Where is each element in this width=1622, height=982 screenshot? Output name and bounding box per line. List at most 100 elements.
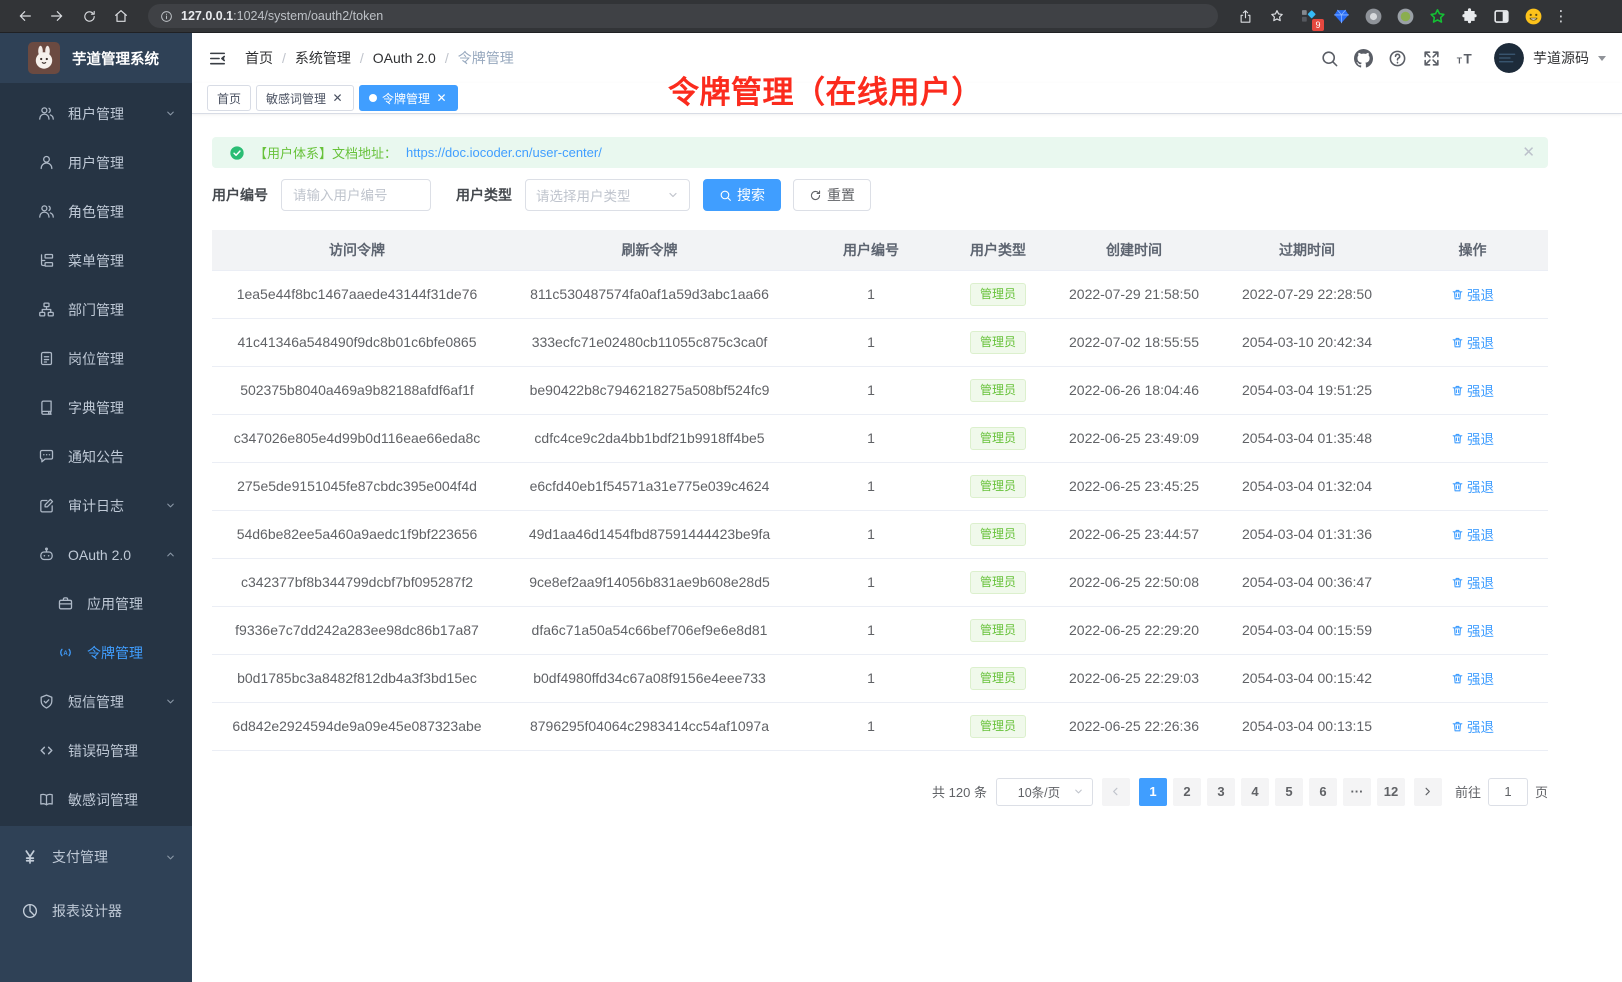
page-number-4[interactable]: 4 <box>1241 778 1269 806</box>
browser-home-button[interactable] <box>108 3 134 29</box>
browser-forward-button[interactable] <box>44 3 70 29</box>
reset-button[interactable]: 重置 <box>793 179 871 211</box>
app-title: 芋道管理系统 <box>72 48 159 69</box>
font-size-icon[interactable]: TT <box>1456 49 1475 68</box>
browser-menu-button[interactable]: ⋮ <box>1552 7 1570 25</box>
github-icon[interactable] <box>1354 49 1373 68</box>
sidebar-item-dept[interactable]: 部门管理 <box>0 285 192 334</box>
sidebar-item-post[interactable]: 岗位管理 <box>0 334 192 383</box>
breadcrumb-separator: / <box>445 50 449 66</box>
alert-close-icon[interactable]: ✕ <box>1522 145 1535 160</box>
next-page-button[interactable] <box>1414 778 1442 806</box>
page-number-5[interactable]: 5 <box>1275 778 1303 806</box>
cell-access-token: 6d842e2924594de9a09e45e087323abe <box>212 702 502 750</box>
page-size-select[interactable]: 10条/页 <box>996 778 1093 806</box>
address-bar[interactable]: 127.0.0.1:1024/system/oauth2/token <box>148 4 1218 28</box>
breadcrumb-item[interactable]: OAuth 2.0 <box>373 50 436 66</box>
browser-sidepanel-button[interactable] <box>1488 3 1514 29</box>
tab-token[interactable]: 令牌管理✕ <box>359 85 458 111</box>
search-icon <box>719 189 732 202</box>
search-button[interactable]: 搜索 <box>703 179 781 211</box>
force-logout-button[interactable]: 强退 <box>1451 428 1494 448</box>
browser-reload-button[interactable] <box>76 3 102 29</box>
doc-link[interactable]: https://doc.iocoder.cn/user-center/ <box>406 145 602 160</box>
force-logout-button[interactable]: 强退 <box>1451 572 1494 592</box>
tab-home[interactable]: 首页 <box>207 85 251 111</box>
sidebar-item-label: 部门管理 <box>68 300 176 320</box>
page-number-2[interactable]: 2 <box>1173 778 1201 806</box>
table-row: b0d1785bc3a8482f812db4a3f3bd15ecb0df4980… <box>212 654 1548 702</box>
cell-access-token: 502375b8040a469a9b82188afdf6af1f <box>212 366 502 414</box>
extension-tampermonkey[interactable]: 9 <box>1296 3 1322 29</box>
page-number-12[interactable]: 12 <box>1377 778 1405 806</box>
sidebar-item-pay[interactable]: 支付管理 <box>0 830 192 884</box>
robot-icon <box>38 546 55 563</box>
sidebar-item-role[interactable]: 角色管理 <box>0 187 192 236</box>
sidebar-item-dict[interactable]: 字典管理 <box>0 383 192 432</box>
force-logout-button[interactable]: 强退 <box>1451 332 1494 352</box>
tab-close-icon[interactable]: ✕ <box>435 92 448 105</box>
browser-share-button[interactable] <box>1232 3 1258 29</box>
sidebar-item-sms[interactable]: 短信管理 <box>0 677 192 726</box>
sidebar-item-notice[interactable]: 通知公告 <box>0 432 192 481</box>
user-type-tag: 管理员 <box>970 715 1026 738</box>
page-number-6[interactable]: 6 <box>1309 778 1337 806</box>
side-panel-icon <box>1492 7 1511 26</box>
command-circle-icon <box>1364 7 1383 26</box>
sidebar-item-oauth2-token[interactable]: A令牌管理 <box>0 628 192 677</box>
extension-recorder[interactable] <box>1392 3 1418 29</box>
force-logout-button[interactable]: 强退 <box>1451 476 1494 496</box>
breadcrumb-separator: / <box>360 50 364 66</box>
cell-created-time: 2022-06-26 18:04:46 <box>1051 366 1217 414</box>
cell-created-time: 2022-07-29 21:58:50 <box>1051 270 1217 318</box>
force-logout-button[interactable]: 强退 <box>1451 620 1494 640</box>
sidebar-item-error-code[interactable]: 错误码管理 <box>0 726 192 775</box>
browser-bookmark-button[interactable] <box>1264 3 1290 29</box>
tab-sensitive-word[interactable]: 敏感词管理✕ <box>256 85 354 111</box>
extension-badge: 9 <box>1312 19 1324 31</box>
force-logout-button[interactable]: 强退 <box>1451 716 1494 736</box>
breadcrumb-item[interactable]: 首页 <box>245 48 273 68</box>
sidebar-item-oauth2-app[interactable]: 应用管理 <box>0 579 192 628</box>
fullscreen-icon[interactable] <box>1422 49 1441 68</box>
browser-back-button[interactable] <box>12 3 38 29</box>
sidebar-item-menu[interactable]: 菜单管理 <box>0 236 192 285</box>
app-logo[interactable]: 芋道管理系统 <box>0 33 192 83</box>
force-logout-button[interactable]: 强退 <box>1451 668 1494 688</box>
user-type-select[interactable]: 请选择用户类型 <box>525 179 690 211</box>
sidebar-item-oauth2[interactable]: OAuth 2.0 <box>0 530 192 579</box>
breadcrumb: 首页/系统管理/OAuth 2.0/令牌管理 <box>245 48 514 68</box>
help-icon[interactable] <box>1388 49 1407 68</box>
logo-avatar <box>28 42 60 74</box>
extension-gem[interactable] <box>1328 3 1354 29</box>
site-info-icon[interactable] <box>160 10 173 23</box>
sidebar-item-tenant[interactable]: 租户管理 <box>0 89 192 138</box>
goto-page-input[interactable] <box>1488 778 1528 806</box>
prev-page-button[interactable] <box>1102 778 1130 806</box>
search-icon[interactable] <box>1320 49 1339 68</box>
page-ellipsis[interactable]: ··· <box>1343 778 1371 806</box>
sidebar-item-label: 支付管理 <box>52 847 165 867</box>
sidebar-item-label: 菜单管理 <box>68 251 176 271</box>
tab-close-icon[interactable]: ✕ <box>331 92 344 105</box>
sidebar-toggle-button[interactable] <box>208 49 227 68</box>
trash-icon <box>1451 576 1464 589</box>
force-logout-button[interactable]: 强退 <box>1451 380 1494 400</box>
page-number-1[interactable]: 1 <box>1139 778 1167 806</box>
cell-user-type: 管理员 <box>945 270 1051 318</box>
sidebar-menu-bottom: 支付管理报表设计器 <box>0 826 192 982</box>
breadcrumb-item[interactable]: 系统管理 <box>295 48 351 68</box>
sidebar-item-report-designer[interactable]: 报表设计器 <box>0 884 192 938</box>
page-number-3[interactable]: 3 <box>1207 778 1235 806</box>
sidebar-item-audit-log[interactable]: 审计日志 <box>0 481 192 530</box>
browser-extensions-button[interactable] <box>1456 3 1482 29</box>
sidebar-item-sensitive-word[interactable]: 敏感词管理 <box>0 775 192 824</box>
sidebar-item-user[interactable]: 用户管理 <box>0 138 192 187</box>
force-logout-button[interactable]: 强退 <box>1451 284 1494 304</box>
user-id-input[interactable] <box>281 179 431 211</box>
browser-profile-avatar[interactable] <box>1520 3 1546 29</box>
extension-star-green[interactable] <box>1424 3 1450 29</box>
extension-command[interactable] <box>1360 3 1386 29</box>
force-logout-button[interactable]: 强退 <box>1451 524 1494 544</box>
user-menu[interactable]: 芋道源码 <box>1494 43 1606 73</box>
